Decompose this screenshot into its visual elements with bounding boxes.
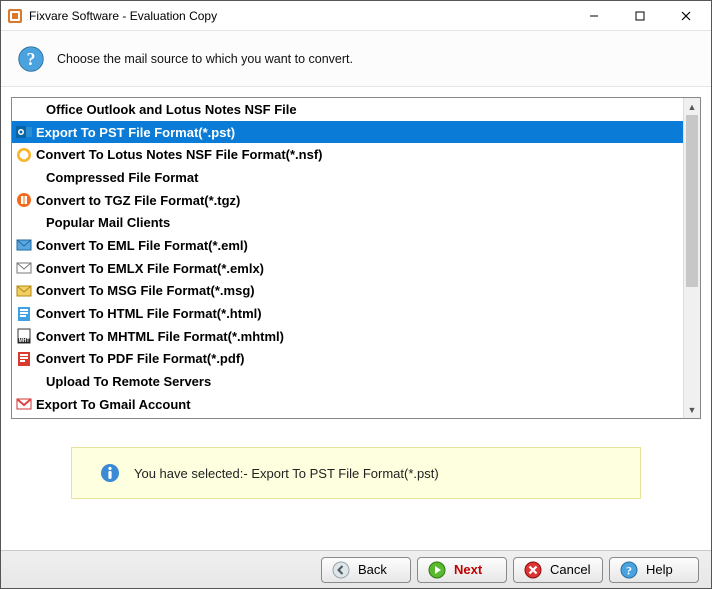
list-item[interactable]: Convert To Lotus Notes NSF File Format(*…: [12, 143, 683, 166]
app-window: Fixvare Software - Evaluation Copy ? Cho…: [0, 0, 712, 589]
svg-text:MHT: MHT: [19, 338, 30, 344]
msg-icon: [16, 283, 32, 299]
scroll-up-button[interactable]: ▲: [684, 98, 700, 115]
instruction-bar: ? Choose the mail source to which you wa…: [1, 31, 711, 87]
list-item[interactable]: Convert To PDF File Format(*.pdf): [12, 348, 683, 371]
app-icon: [7, 8, 23, 24]
list-group-header: Popular Mail Clients: [12, 211, 683, 234]
help-button-icon: ?: [620, 561, 638, 579]
list-item-label: Export To Gmail Account: [36, 397, 191, 412]
list-item-label: Convert To EML File Format(*.eml): [36, 238, 248, 253]
eml-icon: [16, 237, 32, 253]
svg-text:?: ?: [626, 563, 632, 577]
pdf-icon: [16, 351, 32, 367]
list-item-label: Convert To Lotus Notes NSF File Format(*…: [36, 147, 323, 162]
list-group-header: Upload To Remote Servers: [12, 370, 683, 393]
titlebar: Fixvare Software - Evaluation Copy: [1, 1, 711, 31]
next-button[interactable]: Next: [417, 557, 507, 583]
list-item[interactable]: Convert to TGZ File Format(*.tgz): [12, 189, 683, 212]
cancel-button[interactable]: Cancel: [513, 557, 603, 583]
scroll-track[interactable]: [684, 115, 700, 401]
list-item[interactable]: Convert To HTML File Format(*.html): [12, 302, 683, 325]
close-button[interactable]: [663, 1, 709, 30]
cancel-icon: [524, 561, 542, 579]
list-item-label: Convert to TGZ File Format(*.tgz): [36, 193, 240, 208]
list-item[interactable]: Convert To EML File Format(*.eml): [12, 234, 683, 257]
gmail-icon: [16, 396, 32, 412]
window-title: Fixvare Software - Evaluation Copy: [29, 9, 571, 23]
list-item-label: Convert To EMLX File Format(*.emlx): [36, 261, 264, 276]
html-icon: [16, 306, 32, 322]
help-button[interactable]: ? Help: [609, 557, 699, 583]
back-button[interactable]: Back: [321, 557, 411, 583]
list-item-label: Office Outlook and Lotus Notes NSF File: [36, 102, 297, 117]
format-listbox[interactable]: Office Outlook and Lotus Notes NSF File E…: [11, 97, 701, 419]
maximize-button[interactable]: [617, 1, 663, 30]
selection-info: You have selected:- Export To PST File F…: [71, 447, 641, 499]
list-item-label: Export To PST File Format(*.pst): [36, 125, 235, 140]
outlook-icon: [16, 124, 32, 140]
scrollbar[interactable]: ▲ ▼: [683, 98, 700, 418]
cancel-label: Cancel: [550, 562, 590, 577]
back-label: Back: [358, 562, 387, 577]
list-group-header: Office Outlook and Lotus Notes NSF File: [12, 98, 683, 121]
list-item-label: Convert To HTML File Format(*.html): [36, 306, 262, 321]
list-item-label: Compressed File Format: [36, 170, 198, 185]
scroll-down-button[interactable]: ▼: [684, 401, 700, 418]
footer-bar: Back Next Cancel ? Help: [1, 550, 711, 588]
next-play-icon: [428, 561, 446, 579]
help-icon: ?: [17, 45, 45, 73]
help-label: Help: [646, 562, 673, 577]
list-item-label: Convert To MSG File Format(*.msg): [36, 283, 255, 298]
selection-text: You have selected:- Export To PST File F…: [134, 466, 439, 481]
lotus-icon: [16, 147, 32, 163]
mhtml-icon: MHT: [16, 328, 32, 344]
content-area: Office Outlook and Lotus Notes NSF File E…: [1, 87, 711, 550]
tgz-icon: [16, 192, 32, 208]
info-icon: [100, 463, 120, 483]
list-item-label: Upload To Remote Servers: [36, 374, 211, 389]
scroll-thumb[interactable]: [686, 115, 698, 287]
instruction-text: Choose the mail source to which you want…: [57, 52, 353, 66]
emlx-icon: [16, 260, 32, 276]
next-label: Next: [454, 562, 482, 577]
list-item-label: Popular Mail Clients: [36, 215, 170, 230]
list-item[interactable]: Export To Gmail Account: [12, 393, 683, 416]
list-item[interactable]: Convert To MSG File Format(*.msg): [12, 280, 683, 303]
svg-text:?: ?: [27, 49, 36, 69]
format-rows: Office Outlook and Lotus Notes NSF File E…: [12, 98, 683, 418]
list-item[interactable]: MHT Convert To MHTML File Format(*.mhtml): [12, 325, 683, 348]
minimize-button[interactable]: [571, 1, 617, 30]
list-item[interactable]: Export To PST File Format(*.pst): [12, 121, 683, 144]
list-item-label: Convert To PDF File Format(*.pdf): [36, 351, 244, 366]
list-item-label: Convert To MHTML File Format(*.mhtml): [36, 329, 284, 344]
list-group-header: Compressed File Format: [12, 166, 683, 189]
list-item[interactable]: Convert To EMLX File Format(*.emlx): [12, 257, 683, 280]
back-arrow-icon: [332, 561, 350, 579]
window-controls: [571, 1, 709, 30]
